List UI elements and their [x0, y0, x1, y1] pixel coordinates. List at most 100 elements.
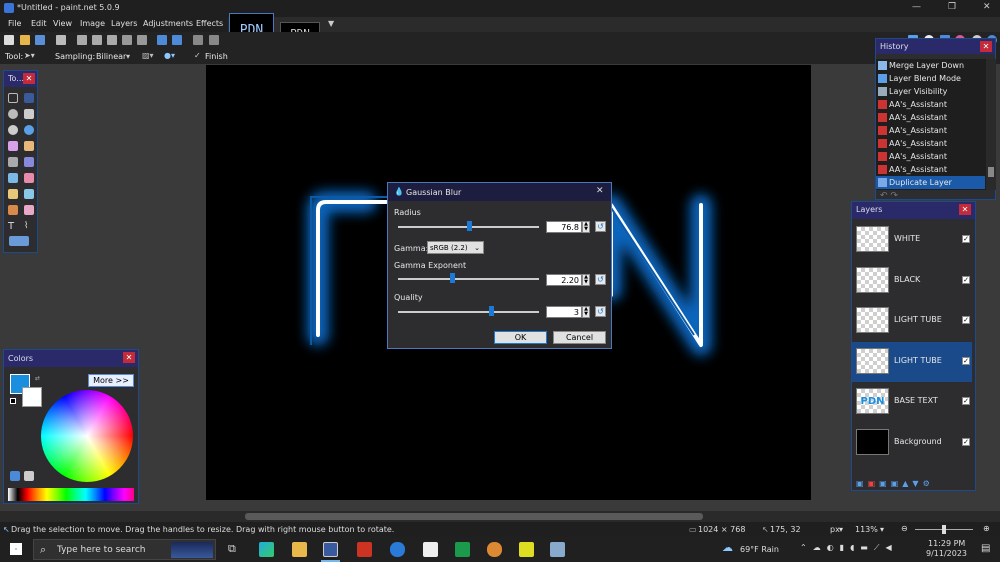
- notion-icon[interactable]: [423, 542, 438, 557]
- chevron-down-icon[interactable]: ▾: [880, 525, 884, 534]
- pan-icon[interactable]: [24, 141, 34, 151]
- history-item[interactable]: Layer Visibility: [876, 85, 985, 98]
- brush-icon[interactable]: [8, 173, 18, 183]
- quality-slider[interactable]: [398, 311, 539, 313]
- radius-reset-icon[interactable]: ↺: [595, 221, 606, 232]
- move-tool-icon[interactable]: ➤▾: [24, 51, 35, 60]
- check-icon[interactable]: ✓: [194, 51, 201, 60]
- tab-dropdown-icon[interactable]: ▼: [328, 19, 334, 28]
- zoom-out-icon[interactable]: ⊖: [901, 524, 908, 533]
- open-icon[interactable]: [20, 35, 30, 45]
- text-icon[interactable]: T: [8, 221, 18, 232]
- quality-reset-icon[interactable]: ↺: [595, 306, 606, 317]
- history-item[interactable]: AA's_Assistant: [876, 163, 985, 176]
- close-icon[interactable]: ✕: [23, 73, 35, 84]
- print-icon[interactable]: [56, 35, 66, 45]
- close-window-button[interactable]: ✕: [983, 2, 991, 12]
- undo-history-icon[interactable]: ↶ ↷: [880, 191, 898, 201]
- close-icon[interactable]: ✕: [959, 204, 971, 215]
- sampling-select[interactable]: Bilinear: [96, 52, 126, 61]
- layer-visibility-checkbox[interactable]: ✓: [962, 437, 970, 446]
- edge-icon[interactable]: [259, 542, 274, 557]
- layer-row[interactable]: LIGHT TUBE ✓: [852, 301, 972, 341]
- duplicate-layer-icon[interactable]: ▣: [879, 479, 891, 488]
- close-icon[interactable]: ✕: [980, 41, 992, 52]
- secondary-color-swatch[interactable]: [22, 387, 42, 407]
- layer-row[interactable]: PDN BASE TEXT ✓: [852, 382, 972, 422]
- weather-text[interactable]: 69°F Rain: [740, 545, 779, 554]
- delete-layer-icon[interactable]: ▣: [868, 479, 880, 488]
- layer-visibility-checkbox[interactable]: ✓: [962, 235, 970, 243]
- zoom-slider-thumb[interactable]: [942, 525, 946, 534]
- save-icon[interactable]: [35, 35, 45, 45]
- radius-input[interactable]: 76.8: [546, 221, 582, 233]
- gamma-exponent-slider-thumb[interactable]: [449, 273, 455, 283]
- bucket-icon[interactable]: [8, 157, 18, 167]
- browser-icon[interactable]: [487, 542, 502, 557]
- gamma-exponent-slider[interactable]: [398, 278, 539, 280]
- history-item[interactable]: Layer Blend Mode: [876, 72, 985, 85]
- move-selection-icon[interactable]: [24, 93, 34, 103]
- palette-icon[interactable]: [10, 471, 20, 481]
- menu-effects[interactable]: Effects: [196, 19, 223, 28]
- pdf-app-icon[interactable]: [357, 542, 372, 557]
- menu-adjustments[interactable]: Adjustments: [143, 19, 193, 28]
- merge-layer-icon[interactable]: ▣: [891, 479, 903, 488]
- history-item[interactable]: AA's_Assistant: [876, 111, 985, 124]
- recolor-icon[interactable]: [24, 205, 34, 215]
- history-item[interactable]: AA's_Assistant: [876, 124, 985, 137]
- ruler-icon[interactable]: [209, 35, 219, 45]
- move-icon[interactable]: [24, 109, 34, 119]
- layer-row[interactable]: Background ✓: [852, 423, 972, 463]
- chevron-down-icon[interactable]: ▾: [839, 525, 843, 534]
- clock-time[interactable]: 11:29 PM: [928, 539, 965, 548]
- notifications-icon[interactable]: ▤: [981, 543, 990, 554]
- move-down-icon[interactable]: ▼: [912, 479, 922, 488]
- gamma-exponent-reset-icon[interactable]: ↺: [595, 274, 606, 285]
- live-app-icon[interactable]: [519, 542, 534, 557]
- rectangle-select-icon[interactable]: [8, 93, 18, 103]
- layer-visibility-checkbox[interactable]: ✓: [962, 397, 970, 405]
- search-box[interactable]: ⌕ Type here to search: [33, 539, 216, 560]
- color-picker-icon[interactable]: [24, 189, 34, 199]
- cut-icon[interactable]: [77, 35, 87, 45]
- paint-net-icon[interactable]: [323, 542, 338, 557]
- cancel-button[interactable]: Cancel: [553, 331, 606, 344]
- layer-visibility-checkbox[interactable]: ✓: [962, 275, 970, 284]
- layer-row[interactable]: LIGHT TUBE ✓: [852, 341, 972, 382]
- shapes-icon[interactable]: [9, 236, 29, 246]
- magic-wand-icon[interactable]: [8, 141, 18, 151]
- gamma-exponent-spinner[interactable]: ▲ ▼: [582, 274, 590, 286]
- paste-icon[interactable]: [107, 35, 117, 45]
- crop-icon[interactable]: [122, 35, 132, 45]
- line-icon[interactable]: ⌇: [24, 221, 34, 231]
- scroll-thumb[interactable]: [988, 167, 994, 177]
- history-item[interactable]: AA's_Assistant: [876, 150, 985, 163]
- clone-stamp-icon[interactable]: [8, 205, 18, 215]
- menu-view[interactable]: View: [53, 19, 72, 28]
- dialog-close-icon[interactable]: ✕: [596, 186, 604, 196]
- zoom-level[interactable]: 113%: [855, 525, 878, 534]
- gradient-icon[interactable]: [24, 157, 34, 167]
- finish-button[interactable]: Finish: [205, 52, 228, 61]
- history-item[interactable]: Duplicate Layer: [876, 176, 985, 189]
- ellipse-select-icon[interactable]: [8, 125, 18, 135]
- quality-spinner[interactable]: ▲ ▼: [582, 306, 590, 318]
- layer-properties-icon[interactable]: ⚙: [923, 479, 934, 488]
- photos-icon[interactable]: [550, 542, 565, 557]
- deselect-icon[interactable]: [137, 35, 147, 45]
- quality-slider-thumb[interactable]: [489, 306, 495, 316]
- windows-start-icon[interactable]: [10, 543, 22, 555]
- clock-date[interactable]: 9/11/2023: [926, 549, 967, 558]
- history-item[interactable]: Merge Layer Down: [876, 59, 985, 72]
- eraser-icon[interactable]: [24, 173, 34, 183]
- system-tray-icons[interactable]: ⌃☁◐▮◖▬⟋◀: [800, 543, 898, 553]
- menu-edit[interactable]: Edit: [31, 19, 47, 28]
- reset-colors-icon[interactable]: [10, 398, 16, 404]
- layer-row[interactable]: BLACK ✓: [852, 261, 972, 301]
- file-explorer-icon[interactable]: [292, 542, 307, 557]
- menu-image[interactable]: Image: [80, 19, 105, 28]
- quality-input[interactable]: 3: [546, 306, 582, 318]
- more-colors-button[interactable]: More >>: [88, 374, 134, 387]
- radius-slider-thumb[interactable]: [466, 221, 472, 231]
